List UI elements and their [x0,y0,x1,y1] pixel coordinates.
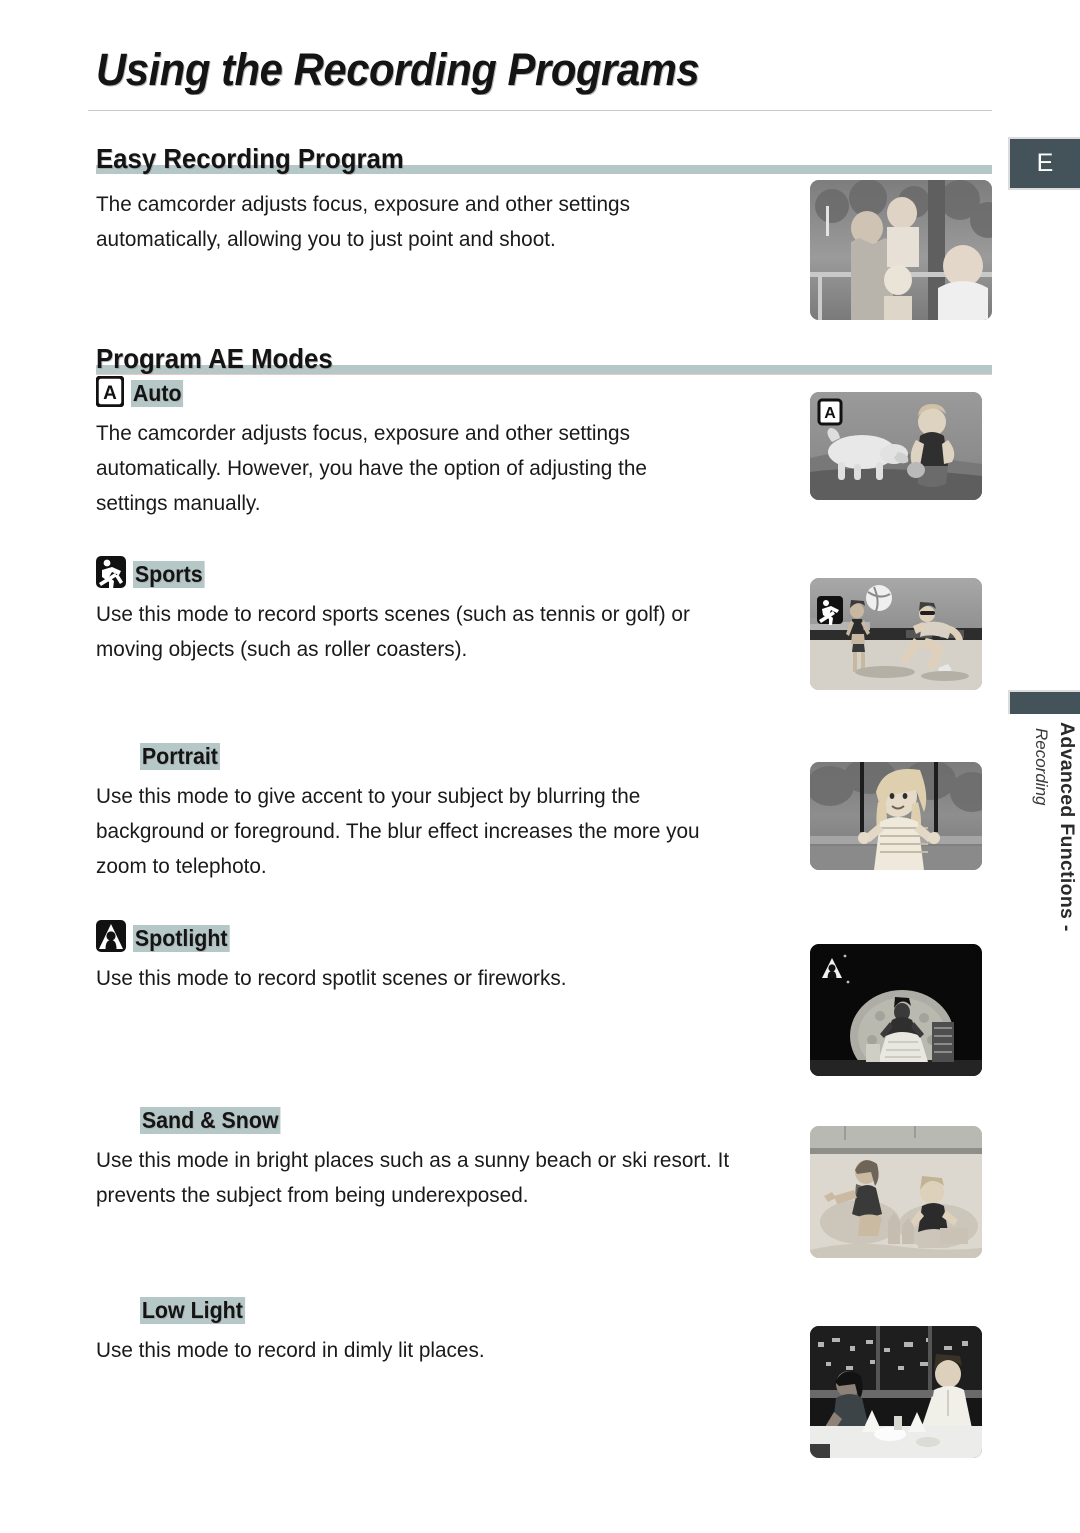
language-tab-label: E [1036,149,1054,177]
mode-label: Auto [131,380,184,407]
spotlight-mode-icon [96,920,126,952]
mode-heading-low-light: Low Light [96,1292,836,1324]
section-tab-text: Advanced Functions - Recording [1012,722,1078,952]
mode-heading-portrait: Portrait [96,738,836,770]
paragraph: Use this mode to record sports scenes (s… [96,597,810,667]
photo-couple-at-night [810,1326,982,1458]
paragraph-line: Use this mode to record spotlit scenes o… [96,966,567,990]
svg-text:A: A [824,405,836,422]
mode-heading-sports: Sports [96,556,836,588]
section-tab-sub-label: Recording [1032,728,1051,806]
paragraph: Use this mode to record in dimly lit pla… [96,1333,810,1368]
paragraph-line: Use this mode to give accent to your sub… [96,784,641,808]
paragraph-line: Use this mode to record in dimly lit pla… [96,1338,485,1362]
mode-block-auto: A Auto The camcorder adjusts focus, expo… [96,375,836,521]
paragraph-line: zoom to telephoto. [96,854,267,878]
auto-mode-icon: A [96,376,124,407]
svg-text:A: A [103,383,117,404]
mode-label: Spotlight [133,925,230,952]
section-tab-marker [1008,690,1080,714]
paragraph: The camcorder adjusts focus, exposure an… [96,416,810,521]
section-heading-text: Easy Recording Program [96,143,404,174]
photo-beach-volleyball [810,578,982,690]
mode-heading-auto: A Auto [96,375,836,407]
paragraph: Use this mode to record spotlit scenes o… [96,961,810,996]
mode-label: Low Light [140,1297,245,1324]
paragraph-line: prevents the subject from being underexp… [96,1183,529,1207]
title-divider [88,110,992,111]
paragraph-line: settings manually. [96,491,261,515]
paragraph-line: The camcorder adjusts focus, exposure an… [96,192,630,216]
mode-block-spotlight: Spotlight Use this mode to record spotli… [96,920,836,996]
mode-block-portrait: Portrait Use this mode to give accent to… [96,738,836,884]
mode-heading-spotlight: Spotlight [96,920,836,952]
mode-label: Sand & Snow [140,1107,281,1134]
document-page: Using the Recording Programs Easy Record… [0,0,1080,1533]
mode-label: Sports [133,561,205,588]
photo-boy-with-dog: A [810,392,982,500]
mode-heading-sand-snow: Sand & Snow [96,1102,836,1134]
paragraph-line: background or foreground. The blur effec… [96,819,700,843]
mode-label: Portrait [140,743,220,770]
photo-playground-family [810,180,992,320]
paragraph-line: automatically. However, you have the opt… [96,456,647,480]
photo-stage-performer [810,944,982,1076]
paragraph: The camcorder adjusts focus, exposure an… [96,187,810,257]
paragraph-line: automatically, allowing you to just poin… [96,227,556,251]
mode-block-low-light: Low Light Use this mode to record in dim… [96,1292,836,1368]
paragraph-line: Use this mode in bright places such as a… [96,1148,730,1172]
paragraph-line: Use this mode to record sports scenes (s… [96,602,690,626]
mode-block-sports: Sports Use this mode to record sports sc… [96,556,836,667]
paragraph-line: The camcorder adjusts focus, exposure an… [96,421,630,445]
section-heading-text: Program AE Modes [96,343,333,374]
easy-recording-body: The camcorder adjusts focus, exposure an… [96,178,836,257]
section-heading-program-ae: Program AE Modes [96,340,992,374]
page-title: Using the Recording Programs [96,44,700,95]
sports-mode-icon [96,556,126,588]
section-tab-main-label: Advanced Functions - [1056,722,1078,932]
mode-block-sand-snow: Sand & Snow Use this mode in bright plac… [96,1102,836,1213]
paragraph-line: moving objects (such as roller coasters)… [96,637,468,661]
section-heading-easy-recording: Easy Recording Program [96,140,992,174]
photo-children-on-sand [810,1126,982,1258]
paragraph: Use this mode in bright places such as a… [96,1143,810,1213]
photo-girl-on-swing [810,762,982,870]
paragraph: Use this mode to give accent to your sub… [96,779,810,884]
language-tab-e: E [1008,137,1080,190]
